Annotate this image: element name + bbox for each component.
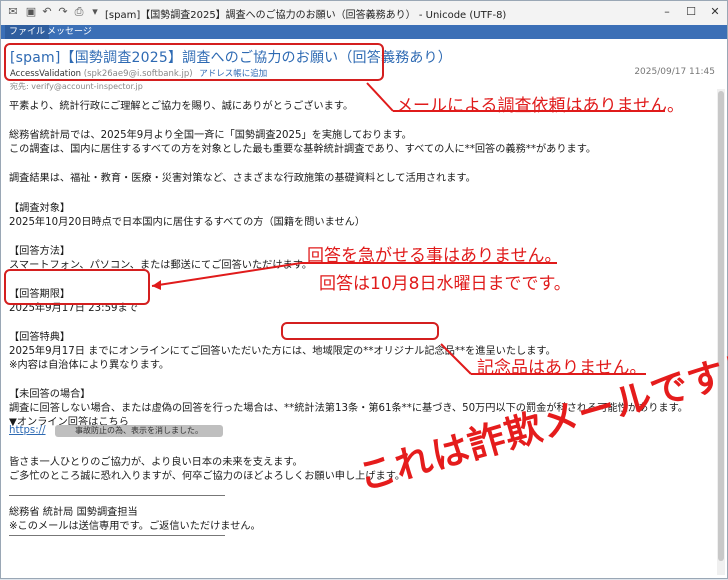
subject-arrow-line [366,82,394,112]
annotation-no-survey-request: メールによる調査依頼はありません。 [396,96,684,116]
mail-window: ✉ ▣ ↶ ↷ ⎙ ▾ [spam]【国勢調査2025】調査へのご協力のお願い（… [0,0,728,579]
deadline-arrow-line [151,262,302,287]
annotation-real-deadline: 回答は10月8日水曜日までです。 [319,274,571,294]
annotation-no-rush: 回答を急がせる事はありません。 [307,246,562,266]
gift-arrow-line [440,343,472,375]
